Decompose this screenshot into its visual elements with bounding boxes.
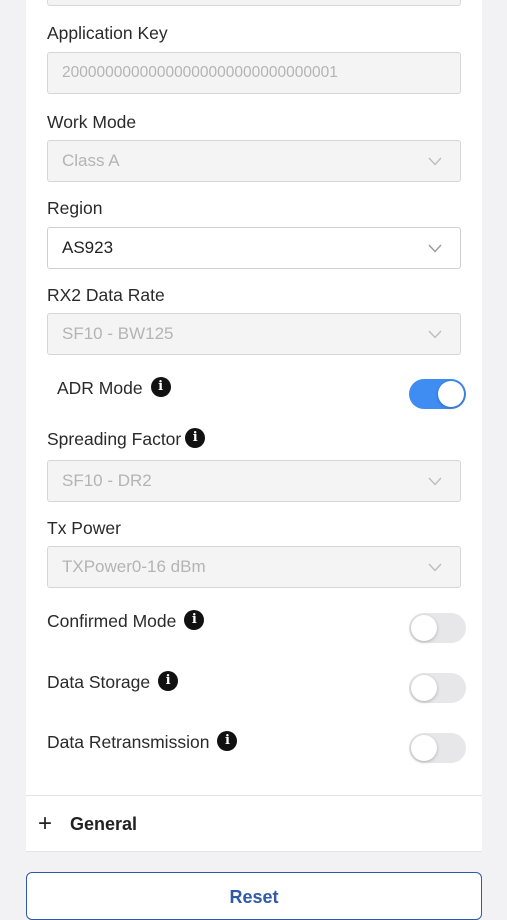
previous-field-edge — [47, 0, 461, 6]
toggle-knob — [411, 615, 437, 641]
info-icon[interactable]: i — [184, 610, 205, 631]
info-icon[interactable]: i — [217, 731, 238, 752]
confirmed-mode-row: Confirmed Mode i — [47, 610, 205, 632]
general-section-label: General — [70, 813, 138, 834]
data-retransmission-toggle[interactable] — [409, 733, 466, 763]
application-key-value: 20000000000000000000000000000001 — [62, 64, 338, 81]
toggle-knob — [438, 381, 464, 407]
adr-mode-toggle[interactable] — [409, 379, 466, 409]
data-retransmission-row: Data Retransmission i — [47, 731, 238, 753]
reset-button-label: Reset — [229, 887, 279, 907]
toggle-knob — [411, 735, 437, 761]
spreading-factor-value: SF10 - DR2 — [62, 471, 152, 490]
section-divider — [26, 851, 482, 852]
chevron-down-icon — [422, 321, 448, 347]
rx2-data-rate-select: SF10 - BW125 — [47, 313, 461, 355]
data-retransmission-label: Data Retransmission — [47, 732, 210, 752]
data-storage-toggle[interactable] — [409, 673, 466, 703]
plus-icon: + — [38, 810, 53, 837]
general-section-header[interactable]: + General — [38, 811, 137, 837]
spreading-factor-select: SF10 - DR2 — [47, 460, 461, 502]
reset-button[interactable]: Reset — [26, 872, 482, 920]
application-key-label: Application Key — [47, 23, 168, 43]
confirmed-mode-toggle[interactable] — [409, 613, 466, 643]
chevron-down-icon — [422, 235, 448, 261]
info-icon[interactable]: i — [185, 428, 206, 449]
region-value: AS923 — [62, 238, 114, 257]
region-label: Region — [47, 198, 103, 218]
work-mode-value: Class A — [62, 151, 120, 170]
info-icon[interactable]: i — [158, 671, 179, 692]
data-storage-row: Data Storage i — [47, 671, 179, 693]
confirmed-mode-label: Confirmed Mode — [47, 611, 177, 631]
adr-mode-row: ADR Mode i — [57, 377, 171, 399]
spreading-factor-row: Spreading Factor i — [47, 428, 206, 450]
work-mode-label: Work Mode — [47, 112, 137, 132]
rx2-data-rate-value: SF10 - BW125 — [62, 324, 174, 343]
section-divider — [26, 795, 482, 796]
work-mode-select: Class A — [47, 140, 461, 182]
rx2-data-rate-label: RX2 Data Rate — [47, 285, 165, 305]
toggle-knob — [411, 675, 437, 701]
tx-power-select: TXPower0-16 dBm — [47, 546, 461, 588]
chevron-down-icon — [422, 148, 448, 174]
region-select[interactable]: AS923 — [47, 227, 461, 269]
application-key-field: 20000000000000000000000000000001 — [47, 52, 461, 94]
info-icon[interactable]: i — [150, 377, 171, 398]
chevron-down-icon — [422, 554, 448, 580]
data-storage-label: Data Storage — [47, 672, 151, 692]
tx-power-label: Tx Power — [47, 518, 121, 538]
chevron-down-icon — [422, 468, 448, 494]
adr-mode-label: ADR Mode — [57, 378, 143, 398]
spreading-factor-label: Spreading Factor — [47, 429, 182, 449]
tx-power-value: TXPower0-16 dBm — [62, 557, 206, 576]
